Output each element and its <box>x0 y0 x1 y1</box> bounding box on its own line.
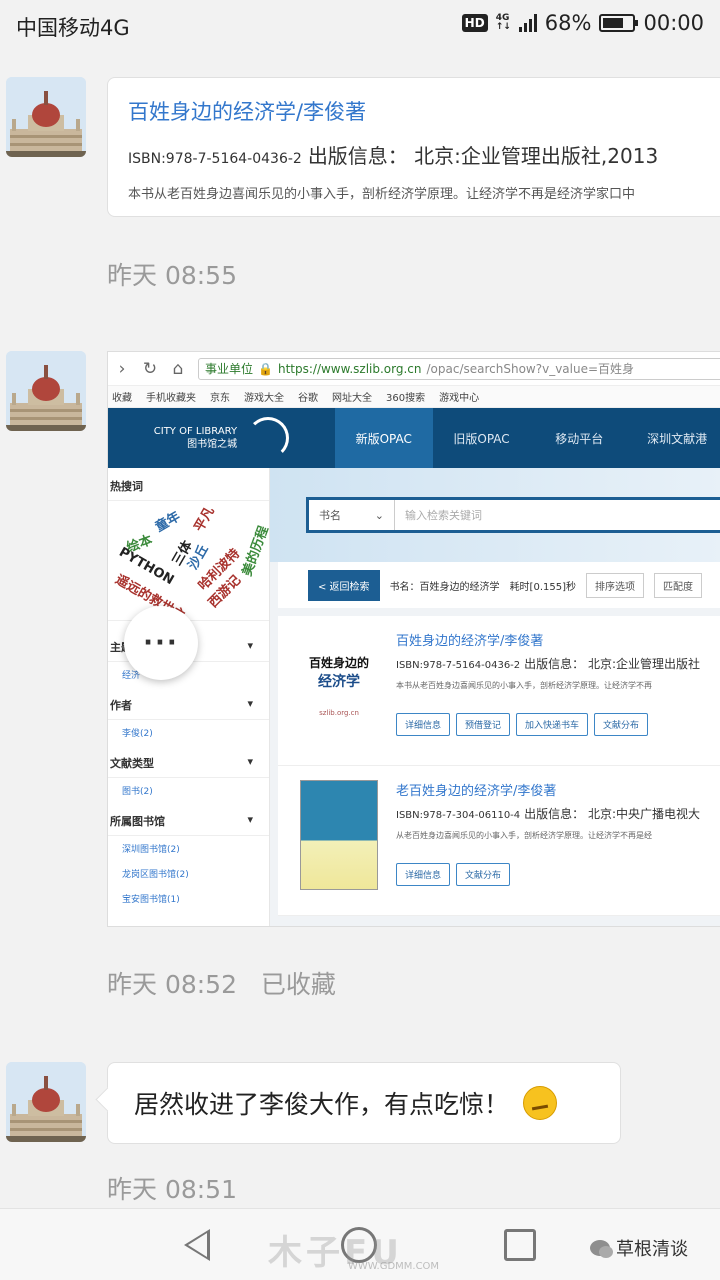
bookmark-item: 网址大全 <box>332 393 372 404</box>
library-header: CITY OF LIBRARY 图书馆之城 新版OPAC 旧版OPAC 移动平台 … <box>108 408 720 468</box>
bookmark-item: 收藏 <box>112 393 132 404</box>
library-logo: CITY OF LIBRARY 图书馆之城 <box>108 408 335 468</box>
card-isbn: ISBN:978-7-5164-0436-2 <box>128 151 302 167</box>
url-path: /opac/searchShow?v_value=百姓身 <box>426 362 635 376</box>
message-time: 昨天 08:51 <box>107 1175 237 1204</box>
reserve-button: 预借登记 <box>456 713 511 736</box>
result-description: 本书从老百姓身边喜闻乐见的小事入手，剖析经济学原理。让经济学不再 <box>396 681 652 690</box>
system-nav-bar: 木子FU WWW.GDMM.COM 草根清谈 <box>0 1208 720 1280</box>
hd-icon: HD <box>461 14 488 32</box>
detail-button: 详细信息 <box>396 713 451 736</box>
bookmark-item: 游戏大全 <box>244 393 284 404</box>
result-description: 从老百姓身边喜闻乐见的小事入手，剖析经济学原理。让经济学不再是经 <box>396 831 652 840</box>
search-results-area: 书名 ⌄ 输入检索关键词 < 返回检索 书名：百姓身边的经济学 耗时[0.155]… <box>270 468 720 926</box>
book-link-card[interactable]: 百姓身边的经济学/李俊著 ISBN:978-7-5164-0436-2 出版信息：… <box>107 77 720 217</box>
thinking-emoji-icon <box>523 1086 558 1120</box>
result-item: 老百姓身边的经济学/李俊著 ISBN:978-7-304-06110-4 出版信息… <box>278 766 720 916</box>
message-text: 居然收进了李俊大作，有点吃惊！ <box>134 1090 510 1119</box>
facet-type-item: 图书(2) <box>122 787 153 797</box>
facet-library-item: 深圳图书馆(2) <box>122 845 180 855</box>
url-field: 事业单位 🔒 https://www.szlib.org.cn/opac/sea… <box>198 357 720 380</box>
parliament-building-icon <box>6 1062 86 1142</box>
result-toolbar: < 返回检索 书名：百姓身边的经济学 耗时[0.155]秒 排序选项 匹配度 <box>278 562 720 608</box>
site-badge: 事业单位 <box>205 362 254 376</box>
add-to-cart-button: 加入快递书车 <box>516 713 589 736</box>
detail-button: 详细信息 <box>396 863 451 886</box>
nav-old-opac: 旧版OPAC <box>453 431 510 446</box>
timing-label: 耗时[0.155]秒 <box>509 581 576 593</box>
sort-options: 排序选项 <box>586 572 644 598</box>
bookmark-item: 手机收藏夹 <box>146 393 196 404</box>
book-cover: 百姓身边的 经济学 szlib.org.cn <box>300 630 378 740</box>
url-host: https://www.szlib.org.cn <box>277 361 422 376</box>
back-icon[interactable] <box>184 1229 210 1261</box>
facet-sidebar: 热搜词 童年 绘本 三体 PYTHON 沙丘 平凡 哈利波特 西游记 美的历程 … <box>108 468 270 926</box>
parliament-building-icon <box>6 351 86 431</box>
bookmarks-bar: 收藏 手机收藏夹 京东 游戏大全 谷歌 网址大全 360搜索 游戏中心 <box>108 386 720 408</box>
facet-type: 文献类型 ▾ <box>108 745 269 778</box>
facet-library: 所属图书馆 ▾ <box>108 803 269 836</box>
bookmark-item: 游戏中心 <box>439 393 480 404</box>
card-description: 本书从老百姓身边喜闻乐见的小事入手，剖析经济学原理。让经济学不再是经济学家口中 <box>128 187 636 202</box>
result-meta: ISBN:978-7-5164-0436-2 出版信息： 北京:企业管理出版社 <box>396 657 701 671</box>
card-publish: 出版信息： 北京:企业管理出版社,2013 <box>307 144 659 168</box>
favorited-label: 已收藏 <box>260 970 336 999</box>
message-time: 昨天 08:52 已收藏 <box>107 970 336 999</box>
search-input: 输入检索关键词 <box>405 509 482 522</box>
library-logo-icon <box>247 417 290 459</box>
clock: 00:00 <box>643 11 704 35</box>
distribution-button: 文献分布 <box>456 863 511 886</box>
result-list: 百姓身边的 经济学 szlib.org.cn 百姓身边的经济学/李俊著 ISBN… <box>278 616 720 916</box>
message-bubble[interactable]: 居然收进了李俊大作，有点吃惊！ <box>107 1062 621 1144</box>
back-to-search-button: < 返回检索 <box>308 569 380 601</box>
status-bar: 中国移动4G HD 4G ↑↓ 68% 00:00 <box>0 0 720 50</box>
battery-percent: 68% <box>544 11 592 35</box>
word-cloud: 童年 绘本 三体 PYTHON 沙丘 平凡 哈利波特 西游记 美的历程 遥远的救… <box>108 501 269 621</box>
facet-library-item: 宝安图书馆(1) <box>122 895 180 905</box>
facet-author-item: 李俊(2) <box>122 729 153 739</box>
avatar[interactable] <box>6 77 86 157</box>
forward-icon: › <box>118 358 126 379</box>
nav-mobile: 移动平台 <box>555 431 604 446</box>
nav-literature-port: 深圳文献港 <box>647 431 708 446</box>
nav-new-opac: 新版OPAC <box>334 408 433 468</box>
signal-icon <box>518 14 537 32</box>
match-sort: 匹配度 <box>654 572 702 598</box>
watermark-site: WWW.GDMM.COM <box>348 1261 440 1272</box>
home-icon: ⌂ <box>172 358 184 379</box>
browser-address-bar: › ↻ ⌂ 事业单位 🔒 https://www.szlib.org.cn/op… <box>108 352 720 386</box>
distribution-button: 文献分布 <box>594 713 649 736</box>
card-meta: ISBN:978-7-5164-0436-2 出版信息： 北京:企业管理出版社,2… <box>128 140 708 169</box>
avatar[interactable] <box>6 351 86 431</box>
bookmark-item: 京东 <box>210 393 230 404</box>
more-options-button[interactable]: ··· <box>124 606 198 680</box>
screenshot-image[interactable]: › ↻ ⌂ 事业单位 🔒 https://www.szlib.org.cn/op… <box>107 351 720 927</box>
battery-icon <box>599 14 639 32</box>
parliament-building-icon <box>6 77 86 157</box>
book-cover <box>300 780 378 890</box>
carrier-label: 中国移动4G <box>16 16 130 40</box>
avatar[interactable] <box>6 1062 86 1142</box>
search-box: 书名 ⌄ 输入检索关键词 <box>306 497 720 533</box>
wechat-icon <box>590 1240 613 1258</box>
bookmark-item: 360搜索 <box>386 393 426 404</box>
account-watermark: 草根清谈 <box>590 1235 688 1261</box>
network-type-icon: 4G ↑↓ <box>495 13 511 32</box>
result-title: 老百姓身边的经济学/李俊著 <box>396 784 557 799</box>
message-time: 昨天 08:55 <box>107 261 237 290</box>
result-item: 百姓身边的 经济学 szlib.org.cn 百姓身边的经济学/李俊著 ISBN… <box>278 616 720 766</box>
result-title: 百姓身边的经济学/李俊著 <box>396 634 544 649</box>
bookmark-item: 谷歌 <box>298 393 318 404</box>
result-meta: ISBN:978-7-304-06110-4 出版信息： 北京:中央广播电视大 <box>396 807 701 821</box>
hot-words-title: 热搜词 <box>108 468 269 501</box>
facet-library-item: 龙岗区图书馆(2) <box>122 870 189 880</box>
search-field-select: 书名 ⌄ <box>309 500 395 530</box>
reload-icon: ↻ <box>142 358 158 379</box>
query-label: 书名：百姓身边的经济学 <box>389 581 500 593</box>
facet-author: 作者 ▾ <box>108 687 269 720</box>
card-title: 百姓身边的经济学/李俊著 <box>128 100 367 124</box>
recent-apps-icon[interactable] <box>504 1229 536 1261</box>
lock-icon: 🔒 <box>258 361 273 376</box>
